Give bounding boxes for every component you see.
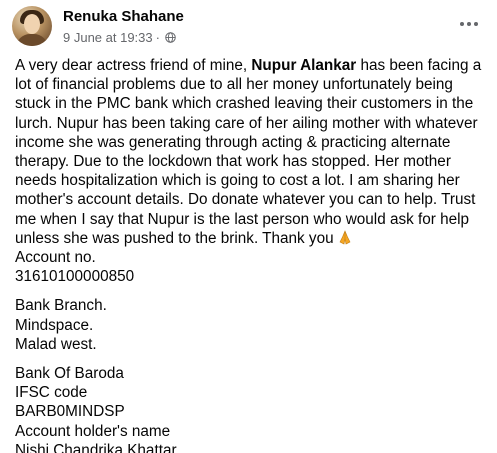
avatar[interactable]	[12, 6, 52, 46]
meta-separator: ·	[155, 30, 160, 45]
account-label: Account no.	[15, 249, 96, 267]
post-header: Renuka Shahane 9 June at 19:33 ·	[12, 6, 485, 48]
author-name[interactable]: Renuka Shahane	[63, 8, 184, 25]
post-timestamp[interactable]: 9 June at 19:33	[63, 30, 153, 45]
bank-name: Bank Of Baroda	[15, 365, 124, 383]
branch-label: Bank Branch.	[15, 297, 107, 315]
body-rest: has been facing a lot of financial probl…	[15, 57, 482, 247]
ifsc-code: BARB0MINDSP	[15, 403, 125, 421]
account-number: 31610100000850	[15, 268, 135, 286]
branch-line-2: Malad west.	[15, 335, 97, 353]
holder-label: Account holder's name	[15, 422, 171, 440]
holder-name: Nishi Chandrika Khattar	[15, 441, 177, 453]
branch-line-1: Mindspace.	[15, 316, 94, 334]
globe-icon[interactable]	[165, 32, 176, 43]
body-intro: A very dear actress friend of mine,	[15, 57, 252, 74]
post-content: A very dear actress friend of mine, Nupu…	[15, 56, 485, 453]
folded-hands-icon	[339, 230, 351, 245]
more-options-icon[interactable]	[455, 14, 483, 34]
facebook-post: Renuka Shahane 9 June at 19:33 · A very …	[0, 0, 497, 453]
post-meta: 9 June at 19:33 ·	[63, 30, 176, 45]
mentioned-name: Nupur Alankar	[251, 57, 357, 74]
post-body: A very dear actress friend of mine, Nupu…	[15, 56, 485, 248]
ifsc-label: IFSC code	[15, 384, 88, 402]
